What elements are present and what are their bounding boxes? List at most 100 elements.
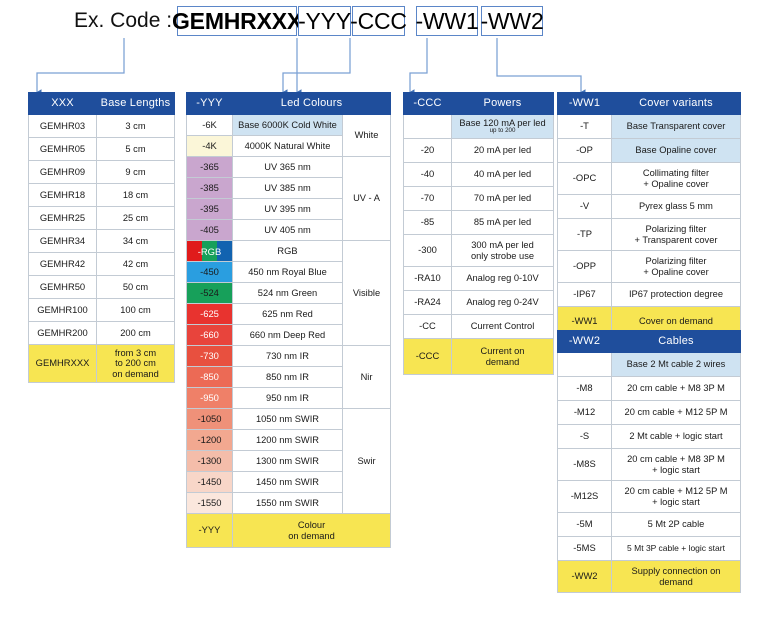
row-description: 5 Mt 2P cable [611, 512, 741, 537]
table-row[interactable]: GEMHR34 34 cm [28, 229, 175, 253]
table-row[interactable]: -6K Base 6000K Cold White White [186, 114, 392, 157]
column-header-code: -YYY [186, 92, 233, 115]
table-row[interactable]: -5M 5 Mt 2P cable [557, 512, 741, 537]
table-row-on-demand[interactable]: -CCC Current on demand [403, 338, 554, 375]
table-row[interactable]: -730 730 nm IR Nir [186, 345, 392, 409]
row-code-swatch: -1450 [186, 471, 233, 493]
row-code: GEMHR09 [28, 160, 97, 184]
row-description: 20 cm cable + M8 3P M + logic start [611, 448, 741, 481]
table-row-on-demand[interactable]: GEMHRXXX from 3 cm to 200 cm on demand [28, 344, 175, 383]
table-row-on-demand[interactable]: -WW2 Supply connection on demand [557, 560, 741, 593]
column-header-code: -WW1 [557, 92, 612, 115]
table-row[interactable]: GEMHR05 5 cm [28, 137, 175, 161]
row-code: GEMHR100 [28, 298, 97, 322]
code-segment-cable[interactable]: -WW2 [480, 6, 544, 36]
table-row[interactable]: -M12S 20 cm cable + M12 5P M + logic start [557, 480, 741, 513]
table-row-on-demand[interactable]: -YYY Colour on demand [186, 513, 392, 548]
column-header-value: Cover variants [611, 92, 741, 115]
row-description: Base 6000K Cold White [232, 114, 343, 136]
row-group-label: White [341, 114, 392, 157]
table-row[interactable]: -M8S 20 cm cable + M8 3P M + logic start [557, 448, 741, 481]
row-code: -M12S [557, 480, 612, 513]
table-row[interactable]: -OPC Collimating filter + Opaline cover [557, 162, 741, 195]
row-description: 34 cm [96, 229, 175, 253]
row-code-swatch: -660 [186, 324, 233, 346]
row-description: 1050 nm SWIR [232, 408, 343, 430]
table-row[interactable]: -5MS 5 Mt 3P cable + logic start [557, 536, 741, 561]
table-row[interactable]: -V Pyrex glass 5 mm [557, 194, 741, 219]
row-description: Base 2 Mt cable 2 wires [611, 352, 741, 377]
row-description: from 3 cm to 200 cm on demand [96, 344, 175, 383]
row-description: 20 mA per led [451, 138, 554, 163]
row-description: 950 nm IR [232, 387, 343, 409]
table-row[interactable]: -S 2 Mt cable + logic start [557, 424, 741, 449]
row-code: -300 [403, 234, 452, 267]
row-subtext: up to 200 [489, 127, 516, 135]
column-header-code: -WW2 [557, 330, 612, 353]
cables-body: Base 2 Mt cable 2 wires -M8 20 cm cable + … [557, 352, 741, 593]
table-cables: -WW2 Cables Base 2 Mt cable 2 wires -M8 20… [557, 330, 741, 593]
table-row[interactable]: -IP67 IP67 protection degree [557, 282, 741, 307]
column-header-code: -CCC [403, 92, 452, 115]
table-row[interactable]: -M12 20 cm cable + M12 5P M [557, 400, 741, 425]
table-row[interactable]: -1050 1050 nm SWIR Swir [186, 408, 392, 514]
code-segment-colour[interactable]: -YYY [298, 6, 351, 36]
table-row[interactable]: -T Base Transparent cover [557, 114, 741, 139]
code-segment-power[interactable]: -CCC [350, 6, 407, 36]
row-code: -CC [403, 314, 452, 339]
row-code: GEMHR42 [28, 252, 97, 276]
table-row[interactable]: GEMHR18 18 cm [28, 183, 175, 207]
column-header-code: XXX [28, 92, 97, 115]
row-description: 730 nm IR [232, 345, 343, 367]
row-description: Base 120 mA per led up to 200 [451, 114, 554, 139]
row-code: -OPC [557, 162, 612, 195]
example-code-row: Ex. Code : GEMHRXXX -YYY -CCC -WW1 -WW2 [0, 4, 768, 38]
table-row[interactable]: -70 70 mA per led [403, 186, 554, 211]
table-header-row: -CCC Powers [403, 92, 554, 115]
table-row[interactable]: -40 40 mA per led [403, 162, 554, 187]
table-row[interactable]: -RA10 Analog reg 0-10V [403, 266, 554, 291]
row-group-label: Swir [341, 408, 392, 514]
table-row[interactable]: -365 UV 365 nm UV - A [186, 156, 392, 241]
table-row[interactable]: -OP Base Opaline cover [557, 138, 741, 163]
row-description: 20 cm cable + M8 3P M [611, 376, 741, 401]
row-code: GEMHR05 [28, 137, 97, 161]
row-code-swatch: -1550 [186, 492, 233, 514]
row-description: 50 cm [96, 275, 175, 299]
row-description: Analog reg 0-24V [451, 290, 554, 315]
row-description: 850 nm IR [232, 366, 343, 388]
table-row[interactable]: GEMHR09 9 cm [28, 160, 175, 184]
row-description: Base Opaline cover [611, 138, 741, 163]
row-code: -M8S [557, 448, 612, 481]
table-row[interactable]: GEMHR42 42 cm [28, 252, 175, 276]
table-row[interactable]: GEMHR25 25 cm [28, 206, 175, 230]
row-description: Current Control [451, 314, 554, 339]
row-code: GEMHR25 [28, 206, 97, 230]
code-segment-cover[interactable]: -WW1 [415, 6, 479, 36]
row-code: -TP [557, 218, 612, 251]
table-row[interactable]: -RA24 Analog reg 0-24V [403, 290, 554, 315]
table-row[interactable]: -TP Polarizing filter + Transparent cover [557, 218, 741, 251]
table-row[interactable]: -OPP Polarizing filter + Opaline cover [557, 250, 741, 283]
code-segment-base[interactable]: GEMHRXXX [172, 6, 302, 36]
table-row[interactable]: -20 20 mA per led [403, 138, 554, 163]
table-row[interactable]: -RGB RGB Visible [186, 240, 392, 346]
table-row[interactable]: -CC Current Control [403, 314, 554, 339]
row-code-swatch: -625 [186, 303, 233, 325]
table-row[interactable]: GEMHR50 50 cm [28, 275, 175, 299]
row-description: 660 nm Deep Red [232, 324, 343, 346]
table-row[interactable]: -85 85 mA per led [403, 210, 554, 235]
row-code: -RA24 [403, 290, 452, 315]
table-row[interactable]: GEMHR200 200 cm [28, 321, 175, 345]
table-row[interactable]: Base 2 Mt cable 2 wires [557, 352, 741, 377]
table-row[interactable]: GEMHR03 3 cm [28, 114, 175, 138]
row-description: 3 cm [96, 114, 175, 138]
table-row[interactable]: -300 300 mA per led only strobe use [403, 234, 554, 267]
table-row[interactable]: GEMHR100 100 cm [28, 298, 175, 322]
table-row[interactable]: -M8 20 cm cable + M8 3P M [557, 376, 741, 401]
row-code: -5MS [557, 536, 612, 561]
row-description: 1300 nm SWIR [232, 450, 343, 472]
row-code: -70 [403, 186, 452, 211]
table-row[interactable]: Base 120 mA per led up to 200 [403, 114, 554, 139]
row-code: GEMHR34 [28, 229, 97, 253]
